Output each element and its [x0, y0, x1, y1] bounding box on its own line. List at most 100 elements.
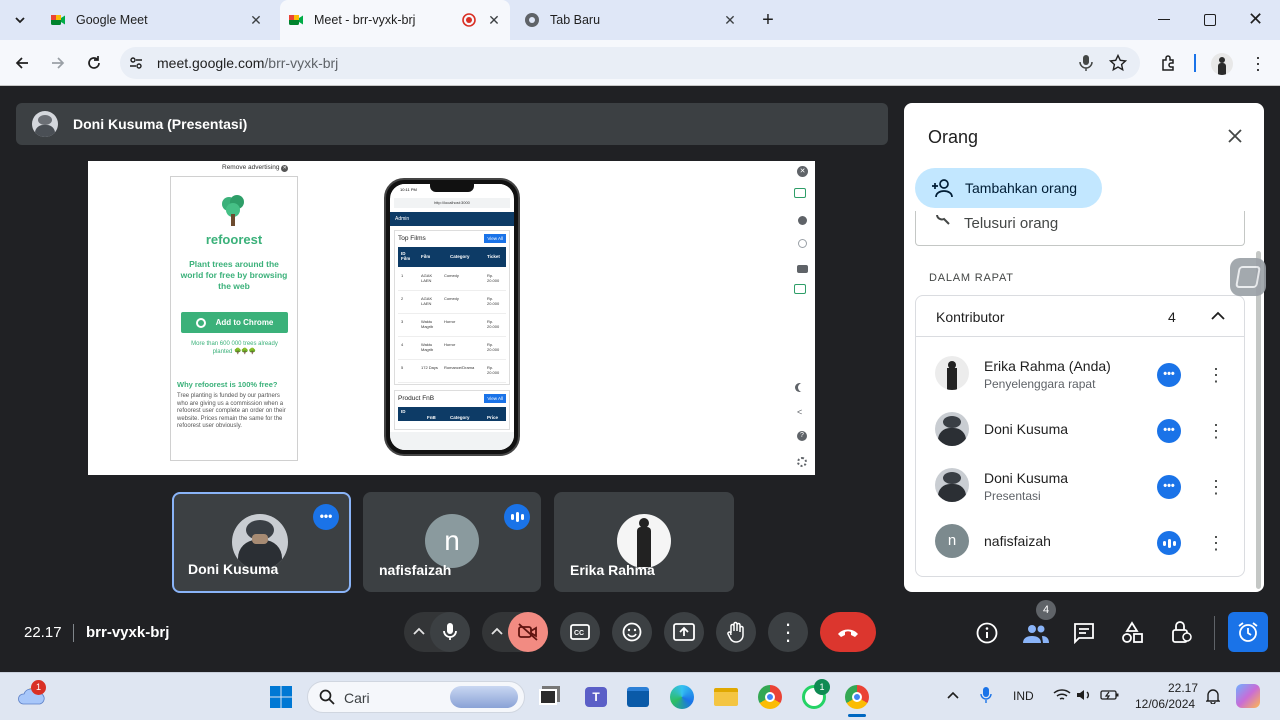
shared-close-icon[interactable]: ✕ [797, 166, 808, 177]
weather-badge: 1 [31, 680, 46, 695]
tab-title: Meet - brr-vyxk-brj [314, 13, 416, 27]
more-vert-icon[interactable]: ⋮ [1206, 477, 1226, 497]
cell-film: Waktu Magrib [421, 319, 434, 329]
search-people-field[interactable]: Telusuri orang [915, 211, 1245, 246]
edge-icon[interactable] [666, 681, 698, 713]
back-icon[interactable] [14, 55, 30, 71]
meeting-info-icon[interactable] [976, 622, 998, 644]
microphone-button[interactable] [430, 612, 470, 652]
tab-search-button[interactable] [8, 8, 32, 32]
close-window-button[interactable]: ✕ [1248, 9, 1263, 30]
wifi-icon[interactable] [1053, 688, 1071, 702]
new-tab-button[interactable]: + [758, 10, 778, 30]
chevron-up-icon[interactable] [1211, 311, 1225, 321]
participant-tile-erika[interactable]: Erika Rahma [554, 492, 734, 592]
floating-extension-icon[interactable] [1230, 258, 1266, 296]
close-tab-icon[interactable]: ✕ [486, 12, 502, 28]
task-view-icon[interactable] [532, 681, 564, 713]
shared-settings-icon[interactable] [797, 457, 807, 467]
present-button[interactable] [664, 612, 704, 652]
remove-ad-link[interactable]: Remove advertising ✕ [222, 164, 289, 172]
battery-icon[interactable] [1100, 688, 1120, 702]
clock-date[interactable]: 12/06/2024 [1135, 697, 1195, 711]
teams-icon[interactable]: T [580, 681, 612, 713]
shared-camera-icon[interactable] [797, 265, 808, 273]
activities-icon[interactable] [1120, 621, 1144, 645]
bookmark-star-icon[interactable] [1109, 54, 1127, 72]
search-icon [319, 689, 335, 705]
cell-ticket: Rp. 20.000 [487, 273, 500, 283]
contributors-header[interactable]: Kontributor 4 [916, 296, 1244, 337]
participant-tile-doni[interactable]: ••• Doni Kusuma [172, 492, 351, 593]
copilot-icon[interactable] [1236, 684, 1260, 708]
col-category: Category [450, 254, 470, 259]
tab-google-meet[interactable]: Google Meet ✕ [44, 0, 272, 40]
more-options-button[interactable]: ••• [313, 504, 339, 530]
close-tab-icon[interactable]: ✕ [722, 12, 738, 28]
shared-record-icon[interactable] [794, 284, 806, 294]
alarm-clock-icon [1238, 622, 1258, 642]
host-controls-icon[interactable] [1170, 620, 1192, 644]
profile-avatar[interactable] [1211, 53, 1233, 75]
tray-microphone-icon[interactable] [980, 686, 992, 704]
close-icon[interactable] [1227, 128, 1243, 144]
timer-extension-button[interactable] [1228, 612, 1268, 652]
minimize-button[interactable] [1158, 19, 1170, 20]
person-options-button[interactable]: ••• [1157, 363, 1181, 387]
close-ad-icon[interactable]: ✕ [281, 165, 289, 172]
file-explorer-icon[interactable] [710, 681, 742, 713]
people-count-badge: 4 [1036, 600, 1056, 620]
tab-new-tab[interactable]: Tab Baru ✕ [518, 0, 746, 40]
chrome-active-icon[interactable] [841, 681, 873, 713]
browser-menu-icon[interactable]: · · · [1254, 48, 1262, 78]
close-tab-icon[interactable]: ✕ [248, 12, 264, 28]
input-language[interactable]: IND [1013, 689, 1034, 703]
leave-call-button[interactable] [820, 612, 876, 652]
tray-chevron-up-icon[interactable] [947, 690, 959, 700]
person-row-erika: Erika Rahma (Anda) Penyelenggara rapat •… [916, 344, 1246, 400]
panel-scrollbar[interactable] [1256, 251, 1261, 589]
microphone-icon[interactable] [1078, 54, 1094, 72]
more-vert-icon[interactable]: ⋮ [1206, 365, 1226, 385]
divider [1214, 616, 1215, 650]
store-icon[interactable] [622, 681, 654, 713]
person-options-button[interactable]: ••• [1157, 419, 1181, 443]
col-category: Category [450, 415, 470, 420]
reload-icon[interactable] [86, 55, 102, 71]
shared-history-icon[interactable] [798, 239, 807, 248]
add-people-button[interactable]: Tambahkan orang [915, 168, 1102, 208]
start-button[interactable] [265, 681, 297, 713]
clock-time[interactable]: 22.17 [1168, 681, 1198, 695]
audio-options-chevron-icon[interactable] [413, 627, 425, 637]
reactions-button[interactable] [612, 612, 652, 652]
shared-share-icon[interactable]: < [797, 407, 802, 417]
more-vert-icon[interactable]: ⋮ [1206, 533, 1226, 553]
taskbar-search[interactable]: Cari [307, 681, 525, 713]
volume-icon[interactable] [1076, 688, 1092, 702]
tab-meet-active[interactable]: Meet - brr-vyxk-brj ✕ [280, 0, 510, 40]
view-all-button[interactable]: View All [484, 394, 506, 403]
shared-info-icon[interactable] [798, 216, 807, 225]
ad-cta-button[interactable]: Add to Chrome [181, 312, 288, 333]
shared-help-icon[interactable]: ? [797, 431, 807, 441]
captions-button[interactable]: CC [560, 612, 600, 652]
more-options-button[interactable]: · · · [768, 612, 808, 652]
phone-section2-title: Product FnB [398, 395, 435, 402]
person-options-button[interactable]: ••• [1157, 475, 1181, 499]
camera-off-button[interactable] [508, 612, 548, 652]
notification-bell-icon[interactable] [1206, 688, 1220, 704]
chat-icon[interactable] [1073, 622, 1095, 644]
chrome-taskbar-icon[interactable] [754, 681, 786, 713]
people-button[interactable] [1020, 620, 1052, 646]
view-all-button[interactable]: View All [484, 234, 506, 243]
forward-icon[interactable] [50, 55, 66, 71]
more-vert-icon[interactable]: ⋮ [1206, 421, 1226, 441]
restore-button[interactable] [1204, 14, 1216, 26]
participant-tile-nafisfaizah[interactable]: n nafisfaizah [363, 492, 541, 592]
video-options-chevron-icon[interactable] [491, 627, 503, 637]
extensions-icon[interactable] [1160, 54, 1178, 72]
shared-moon-icon[interactable] [798, 383, 807, 392]
raise-hand-button[interactable] [716, 612, 756, 652]
shared-tool-icon[interactable] [794, 188, 806, 198]
site-info-icon[interactable] [128, 55, 144, 71]
